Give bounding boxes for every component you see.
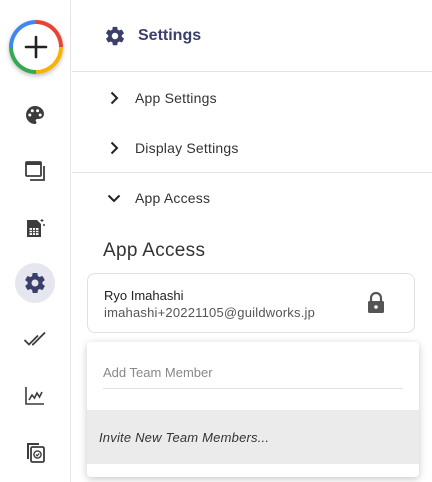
windows-button[interactable] (15, 151, 55, 191)
settings-header: Settings (72, 0, 432, 72)
line-chart-icon (25, 387, 44, 405)
lock-icon (368, 291, 384, 313)
gear-icon (106, 26, 124, 45)
analytics-button[interactable] (15, 375, 55, 415)
section-title: App Access (103, 240, 206, 261)
navigation-rail (0, 0, 71, 482)
gear-icon (25, 272, 45, 294)
windows-icon (25, 161, 45, 181)
nav-item-app-settings[interactable]: App Settings (72, 73, 432, 123)
spreadsheet-sparkle-icon (27, 219, 45, 237)
add-team-member-input[interactable] (103, 360, 393, 384)
chevron-down-icon (107, 194, 121, 203)
nav-item-display-settings[interactable]: Display Settings (72, 123, 432, 173)
add-button[interactable] (9, 20, 63, 74)
palette-icon (26, 106, 44, 124)
theme-palette-button[interactable] (15, 95, 55, 135)
page-title: Settings (138, 26, 202, 44)
chevron-right-icon (110, 141, 119, 155)
tasks-done-button[interactable] (15, 319, 55, 359)
plus-icon (13, 24, 59, 70)
member-card: Ryo Imahashi imahashi+20221105@guildwork… (87, 273, 415, 333)
member-name: Ryo Imahashi (104, 288, 184, 303)
invite-new-members-option[interactable]: Invite New Team Members... (87, 410, 419, 464)
nav-item-label: Display Settings (135, 140, 239, 156)
nav-item-app-access[interactable]: App Access (72, 173, 432, 223)
add-member-dropdown: Invite New Team Members... (87, 342, 419, 477)
nav-item-label: App Access (135, 190, 211, 206)
chevron-right-icon (110, 91, 119, 105)
double-check-icon (23, 331, 46, 346)
settings-button[interactable] (15, 263, 55, 303)
member-email: imahashi+20221105@guildworks.jp (104, 305, 316, 320)
settings-panel: Settings App Settings Display Settings A… (72, 0, 432, 482)
nav-item-label: App Settings (135, 90, 217, 106)
copy-check-button[interactable] (15, 432, 55, 472)
input-underline (103, 388, 403, 389)
spreadsheet-button[interactable] (15, 208, 55, 248)
copy-check-icon (27, 443, 45, 463)
